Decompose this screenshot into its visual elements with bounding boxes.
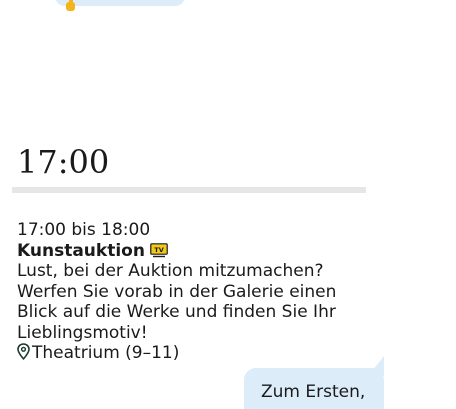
event-title[interactable]: Kunstauktion: [17, 241, 145, 261]
event-description-line-4: Lieblingsmotiv!: [17, 322, 148, 343]
location-pin-icon: [17, 343, 30, 360]
event-description-line-2: Werfen Sie vorab in der Galerie einen: [17, 281, 337, 302]
heading-divider: [12, 187, 366, 193]
speech-bubble-text: Zum Ersten,: [261, 382, 366, 402]
thumbs-up-icon: [66, 0, 75, 11]
speech-bubble: Zum Ersten,: [244, 368, 384, 409]
svg-text:TV: TV: [154, 246, 163, 254]
event-time-range: 17:00 bis 18:00: [17, 220, 151, 240]
time-slot-heading: 17:00: [17, 143, 110, 181]
event-entry: 17:00 bis 18:00 Kunstauktion TV Lust, be…: [17, 220, 437, 364]
event-title-row: Kunstauktion TV: [17, 241, 437, 262]
tv-icon: TV: [150, 242, 168, 257]
event-description-line-3: Blick auf die Werke und finden Sie Ihr: [17, 302, 336, 322]
event-description-line-1: Lust, bei der Auktion mitzumachen?: [17, 261, 324, 281]
event-location: Theatrium (9–11): [32, 343, 180, 363]
